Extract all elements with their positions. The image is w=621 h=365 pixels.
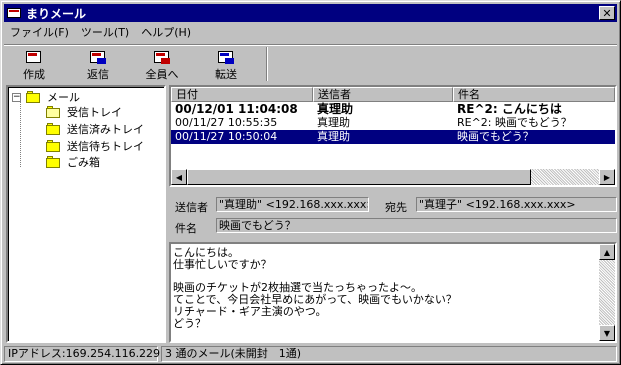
reply-all-icon [152, 50, 172, 64]
forward-button[interactable]: 転送 [198, 48, 254, 82]
table-row-selected[interactable]: 00/11/27 10:50:04 真理助 映画でもどう？ [171, 130, 615, 144]
menu-file[interactable]: ファイル(F) [4, 24, 75, 40]
compose-icon [24, 50, 44, 64]
tree-item-outbox[interactable]: 送信待ちトレイ [46, 138, 144, 154]
tree-item-sent[interactable]: 送信済みトレイ [46, 121, 144, 137]
scroll-right-icon[interactable]: ▶ [599, 169, 615, 185]
compose-button[interactable]: 作成 [6, 48, 62, 82]
row-sender: 真理助 [317, 116, 350, 129]
collapse-icon[interactable]: − [12, 92, 21, 102]
column-header-subject[interactable]: 件名 [453, 87, 615, 102]
menu-help[interactable]: ヘルプ(H) [135, 24, 197, 40]
sender-field: "真理助" <192.168.xxx.xxx> [216, 197, 369, 212]
message-list[interactable]: 日付 送信者 件名 00/12/01 11:04:08 真理助 RE^2: こん… [169, 85, 617, 187]
open-folder-icon [46, 106, 61, 118]
folder-icon [46, 156, 61, 168]
row-date: 00/11/27 10:50:04 [175, 130, 278, 143]
horizontal-scrollbar[interactable]: ◀ ▶ [171, 169, 615, 185]
row-date: 00/11/27 10:55:35 [175, 116, 278, 129]
forward-icon [216, 50, 236, 64]
menu-tools[interactable]: ツール(T) [75, 24, 135, 40]
table-row[interactable]: 00/12/01 11:04:08 真理助 RE^2: こんにちは [171, 102, 615, 116]
row-date: 00/12/01 11:04:08 [175, 102, 298, 116]
folder-icon [46, 140, 61, 152]
column-header-sender[interactable]: 送信者 [313, 87, 453, 102]
tree-item-label: ごみ箱 [67, 156, 100, 169]
to-label: 宛先 [385, 201, 407, 214]
mail-window: まりメール ✕ ファイル(F) ツール(T) ヘルプ(H) 作成 返信 全員へ … [0, 0, 621, 365]
reply-button[interactable]: 返信 [70, 48, 126, 82]
close-button[interactable]: ✕ [599, 6, 615, 20]
status-message-count: 3 通のメール(未開封 1通) [161, 346, 617, 362]
tree-item-inbox[interactable]: 受信トレイ [46, 104, 122, 120]
column-header-date[interactable]: 日付 [171, 87, 313, 102]
menu-bar: ファイル(F) ツール(T) ヘルプ(H) [4, 23, 617, 41]
subject-label: 件名 [175, 222, 197, 235]
title-bar[interactable]: まりメール ✕ [4, 4, 617, 22]
tree-item-label: 送信済みトレイ [67, 123, 144, 136]
mail-app-icon [6, 5, 22, 21]
sender-label: 送信者 [175, 201, 208, 214]
tree-guide-line [20, 101, 21, 167]
vertical-scrollbar[interactable]: ▲ ▼ [599, 244, 615, 341]
window-title: まりメール [26, 6, 87, 21]
subject-field: 映画でもどう？ [216, 218, 617, 233]
tree-item-mail[interactable]: − メール [12, 89, 80, 105]
status-ip: IPアドレス:169.254.116.229 [4, 346, 160, 362]
reply-label: 返信 [87, 68, 109, 81]
list-header: 日付 送信者 件名 [171, 87, 615, 102]
compose-label: 作成 [23, 68, 45, 81]
row-sender: 真理助 [317, 130, 350, 143]
toolbar-separator [266, 47, 268, 81]
reply-all-button[interactable]: 全員へ [134, 48, 190, 82]
forward-label: 転送 [215, 68, 237, 81]
tree-item-label: 送信待ちトレイ [67, 140, 144, 153]
row-sender: 真理助 [317, 102, 354, 116]
row-subject: 映画でもどう？ [457, 130, 534, 143]
row-subject: RE^2: こんにちは [457, 102, 562, 116]
tree-item-trash[interactable]: ごみ箱 [46, 154, 100, 170]
tree-item-label: 受信トレイ [67, 106, 122, 119]
close-icon: ✕ [602, 6, 612, 20]
table-row[interactable]: 00/11/27 10:55:35 真理助 RE^2: 映画でもどう？ [171, 116, 615, 130]
scroll-up-icon[interactable]: ▲ [599, 244, 615, 260]
scroll-left-icon[interactable]: ◀ [171, 169, 187, 185]
tree-item-label: メール [47, 91, 80, 104]
message-body[interactable]: こんにちは。 仕事忙しいですか？ 映画のチケットが2枚抽選で当たっちゃったよ～。… [169, 242, 617, 343]
row-subject: RE^2: 映画でもどう？ [457, 116, 572, 129]
toolbar: 作成 返信 全員へ 転送 [4, 44, 617, 82]
message-body-text: こんにちは。 仕事忙しいですか？ 映画のチケットが2枚抽選で当たっちゃったよ～。… [173, 246, 457, 330]
scroll-down-icon[interactable]: ▼ [599, 325, 615, 341]
folder-icon [26, 91, 41, 103]
reply-all-label: 全員へ [145, 68, 179, 81]
reply-icon [88, 50, 108, 64]
folder-icon [46, 123, 61, 135]
folder-tree[interactable]: − メール 受信トレイ 送信済みトレイ 送信待ちトレイ ごみ箱 [6, 85, 166, 343]
to-field: "真理子" <192.168.xxx.xxx> [416, 197, 617, 212]
scroll-thumb[interactable] [187, 169, 531, 185]
